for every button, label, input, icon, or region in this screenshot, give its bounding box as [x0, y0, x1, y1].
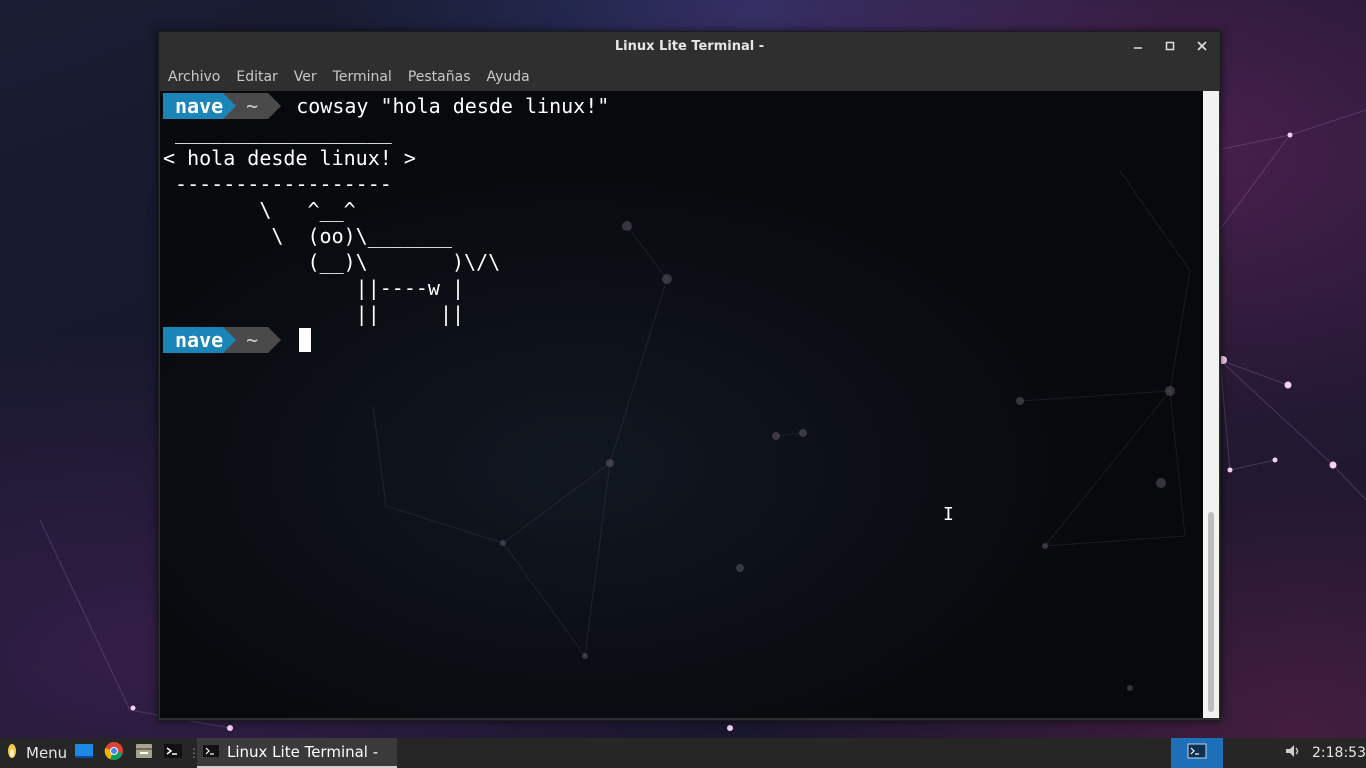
- close-button[interactable]: [1191, 37, 1213, 57]
- output-line: || ||: [163, 302, 465, 326]
- menu-editar[interactable]: Editar: [236, 69, 277, 85]
- prompt-directory: ~: [236, 93, 269, 119]
- prompt-directory: ~: [236, 327, 269, 353]
- chrome-launcher[interactable]: [104, 738, 124, 768]
- prompt-separator-icon: [268, 93, 282, 119]
- show-desktop-launcher[interactable]: [74, 738, 94, 768]
- terminal-icon: [203, 743, 219, 762]
- close-icon: [1197, 40, 1207, 55]
- prompt-user: nave: [163, 93, 224, 119]
- menu-ayuda[interactable]: Ayuda: [487, 69, 530, 85]
- menu-terminal[interactable]: Terminal: [333, 69, 392, 85]
- taskbar-window-label: Linux Lite Terminal -: [227, 743, 379, 761]
- files-icon: [134, 742, 154, 764]
- menu-pestanas[interactable]: Pestañas: [408, 69, 471, 85]
- prompt-separator-icon: [223, 93, 237, 119]
- prompt-line-2: nave ~: [163, 327, 312, 353]
- menu-archivo[interactable]: Archivo: [168, 69, 220, 85]
- menu-bar: Archivo Editar Ver Terminal Pestañas Ayu…: [159, 63, 1220, 91]
- taskbar: Menu ⋮ Linux Lite Terminal - 2:18:53: [0, 738, 1366, 768]
- output-line: \ ^__^: [163, 198, 356, 222]
- window-title: Linux Lite Terminal -: [614, 39, 765, 54]
- linux-lite-logo-icon: [4, 742, 20, 764]
- text-cursor: [299, 328, 312, 352]
- output-line: < hola desde linux! >: [163, 146, 416, 170]
- output-line: ||----w |: [163, 276, 465, 300]
- workspace-switcher[interactable]: [1171, 738, 1223, 768]
- output-line: ------------------: [163, 172, 392, 196]
- chrome-icon: [104, 741, 124, 765]
- volume-icon: [1284, 743, 1302, 763]
- taskbar-window-button[interactable]: Linux Lite Terminal -: [197, 738, 397, 768]
- output-line: (__)\ )\/\: [163, 250, 501, 274]
- menu-label: Menu: [26, 744, 68, 762]
- window-titlebar[interactable]: Linux Lite Terminal -: [159, 32, 1220, 62]
- maximize-icon: [1165, 40, 1175, 55]
- clock[interactable]: 2:18:53: [1312, 738, 1366, 768]
- volume-button[interactable]: [1284, 738, 1302, 768]
- minimize-button[interactable]: [1127, 37, 1149, 57]
- terminal-icon: [1187, 743, 1207, 763]
- terminal-icon: [163, 742, 183, 764]
- menu-ver[interactable]: Ver: [294, 69, 317, 85]
- terminal-area[interactable]: nave ~ cowsay "hola desde linux!" ______…: [160, 91, 1203, 718]
- scrollbar[interactable]: [1203, 91, 1219, 718]
- files-launcher[interactable]: [134, 738, 154, 768]
- desktop-icon: [74, 742, 94, 764]
- output-line: \ (oo)\_______: [163, 224, 452, 248]
- prompt-line-1: nave ~ cowsay "hola desde linux!": [163, 93, 609, 119]
- command-text: cowsay "hola desde linux!": [296, 94, 610, 118]
- scrollbar-thumb[interactable]: [1208, 512, 1214, 712]
- output-line: __________________: [163, 120, 392, 144]
- terminal-launcher[interactable]: [163, 738, 183, 768]
- ibeam-cursor-icon: I: [943, 504, 954, 525]
- prompt-user: nave: [163, 327, 224, 353]
- menu-button[interactable]: Menu: [4, 738, 67, 768]
- prompt-separator-icon: [268, 327, 282, 353]
- maximize-button[interactable]: [1159, 37, 1181, 57]
- prompt-separator-icon: [223, 327, 237, 353]
- terminal-window[interactable]: Linux Lite Terminal - Archivo Editar Ver…: [158, 31, 1221, 721]
- minimize-icon: [1133, 40, 1143, 55]
